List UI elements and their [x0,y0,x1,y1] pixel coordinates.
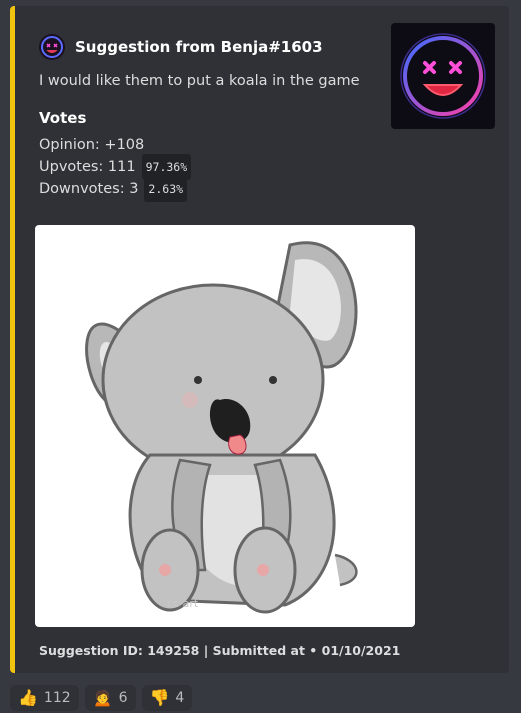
upvotes-text: Upvotes: 111 [39,159,136,175]
image-artist-signature: cc art [167,597,199,610]
upvotes-line: Upvotes: 111 97.36% [39,154,192,180]
neon-smiley-thumbnail-icon [400,33,486,119]
reaction-person[interactable]: 🙍 6 [84,685,136,711]
embed-description: I would like them to put a koala in the … [39,73,360,89]
downvotes-line: Downvotes: 3 2.63% [39,176,191,202]
person-emoji-icon: 🙍 [92,688,113,707]
embed-author: Suggestion from Benja#1603 [39,34,323,60]
reaction-thumbs-up[interactable]: 👍 112 [10,685,79,711]
embed-footer: Suggestion ID: 149258 | Submitted at • 0… [39,643,401,658]
reaction-count: 4 [175,690,185,706]
embed-thumbnail[interactable] [391,23,495,129]
koala-drawing-icon [85,241,358,614]
reaction-count: 112 [43,690,71,706]
downvotes-percent: 2.63% [144,176,188,202]
reactions-bar: 👍 112 🙍 6 👎 4 [10,685,193,711]
author-name[interactable]: Suggestion from Benja#1603 [75,38,323,56]
reaction-count: 6 [118,690,128,706]
embed-image-koala[interactable]: cc art [35,225,415,627]
author-avatar[interactable] [39,34,65,60]
votes-field-name: Votes [39,109,87,127]
opinion-line: Opinion: +108 [39,134,191,156]
votes-field-value: Opinion: +108 Upvotes: 111 97.36% Downvo… [39,134,192,202]
thumbs-up-icon: 👍 [18,688,38,707]
neon-smiley-icon [41,36,63,58]
downvotes-text: Downvotes: 3 [39,181,139,197]
opinion-text: Opinion: +108 [39,137,145,153]
reaction-thumbs-down[interactable]: 👎 4 [141,685,193,711]
thumbs-down-icon: 👎 [149,688,170,707]
suggestion-embed: Suggestion from Benja#1603 I would like … [10,6,509,673]
